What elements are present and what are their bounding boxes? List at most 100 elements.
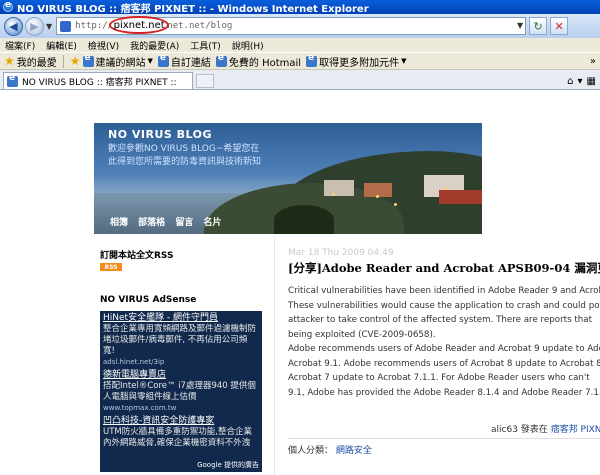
column-divider [274,236,275,475]
ad-item[interactable]: 凹凸科技-資訊安全防護專家 UTM防火牆具備多重防禦功能,整合企業 內外網路威脅… [100,414,262,450]
blog-title[interactable]: NO VIRUS BLOG [108,128,212,141]
ie-page-icon [306,53,318,67]
favorite-label: 自訂連結 [170,57,211,69]
tab-current[interactable]: NO VIRUS BLOG :: 痞客邦 PIXNET :: [3,72,193,89]
menu-help[interactable]: 說明(H) [232,39,264,52]
post-line: Critical vulnerabilities have been ident… [288,286,600,296]
adsense-box: HiNet安全艦隊 - 網件守門員 整合企業專用寬頻網路及郵件過濾機制防堵垃圾郵… [100,311,262,472]
ad-item[interactable]: 德新電腦專賣店 搭配Intel®Core™ i7處理器940 提供個人電腦與零組… [100,368,262,414]
blog-header-banner: NO VIRUS BLOG 歡迎參觀NO VIRUS BLOG~希望您在此得到您… [94,123,482,234]
favorite-label: 免費的 Hotmail [228,57,302,69]
site-link[interactable]: 痞客邦 PIXNET [551,425,600,435]
nav-album[interactable]: 相簿 [110,218,128,228]
menu-favorites[interactable]: 我的最愛(A) [130,39,179,52]
post-line: 9.1, Adobe has provided the Adobe Reader… [288,387,600,398]
favorite-custom-links[interactable]: 自訂連結 [157,53,211,69]
favorites-bar: ★ 我的最愛 ★ 建議的網站 ▼ 自訂連結 免費的 Hotmail 取得更多附加… [0,52,600,70]
post-category: 個人分類： 網路安全 [288,443,372,456]
favorite-label: 建議的網站 [95,57,146,69]
posted-in-text: 發表在 [520,425,548,435]
post-line: These vulnerabilities would cause the ap… [288,300,600,311]
nav-blog[interactable]: 部落格 [138,218,165,228]
banner-light [332,193,335,196]
post-line: being exploited (CVE-2009-0658). [288,329,436,340]
favorite-suggested-sites[interactable]: 建議的網站 ▼ [82,53,153,69]
home-icon[interactable]: ⌂ [567,76,573,87]
tab-bar: NO VIRUS BLOG :: 痞客邦 PIXNET :: ⌂ ▾ ▦ [0,70,600,90]
new-tab-button[interactable] [196,74,214,88]
menu-view[interactable]: 檢視(V) [88,39,119,52]
banner-palm [274,205,334,234]
menu-edit[interactable]: 編輯(E) [46,39,77,52]
recent-pages-dropdown-icon[interactable]: ▼ [46,22,52,31]
post-body: Critical vulnerabilities have been ident… [288,284,600,400]
ad-url: www.topmax.com.tw [103,404,177,412]
favorite-label: 取得更多附加元件 [319,57,400,69]
post-divider [288,438,600,439]
rss-badge[interactable]: RSS [100,263,122,271]
post-date: Mar 18 Thu 2009 04:49 [288,248,394,258]
home-dropdown-icon[interactable]: ▾ [578,76,583,87]
page-viewport: NO VIRUS BLOG 歡迎參觀NO VIRUS BLOG~希望您在此得到您… [0,90,600,475]
ad-text: 搭配Intel®Core™ i7處理器940 提供個人電腦與零組件線上估價 [103,381,256,402]
nav-profile[interactable]: 名片 [203,218,221,228]
post-author-line: alic63 發表在 痞客邦 PIXNET [491,422,600,435]
page-icon [60,20,72,32]
banner-light [444,187,447,190]
chevron-down-icon: ▼ [401,57,407,65]
favorites-star-icon: ★ [4,54,15,68]
title-bar: NO VIRUS BLOG :: 痞客邦 PIXNET :: - Windows… [0,0,600,15]
refresh-button[interactable]: ↻ [529,17,548,35]
ad-item[interactable]: HiNet安全艦隊 - 網件守門員 整合企業專用寬頻網路及郵件過濾機制防堵垃圾郵… [100,311,262,368]
highlighted-domain-annotation: pixnet.net [109,16,170,34]
navigation-bar: ◀ ▶ ▼ http://alic63.pixnet.net/blog pixn… [0,14,600,38]
feeds-icon[interactable]: ▦ [587,76,596,87]
post-line: attacker to take control of the affected… [288,315,593,325]
tab-label: NO VIRUS BLOG :: 痞客邦 PIXNET :: [22,77,177,88]
adsense-section-title: NO VIRUS AdSense [100,295,197,305]
ad-title[interactable]: 凹凸科技-資訊安全防護專家 [103,415,259,427]
banner-building [439,190,482,204]
ie-page-icon [215,53,227,67]
ad-url: adsl.hinet.net/3ip [103,358,165,366]
favorites-separator [62,54,64,68]
nav-guestbook[interactable]: 留言 [175,218,193,228]
rss-section-title: 訂閱本站全文RSS [100,251,174,261]
ie-page-icon [82,53,94,67]
window-title: NO VIRUS BLOG :: 痞客邦 PIXNET :: - Windows… [17,3,369,15]
ad-title[interactable]: HiNet安全艦隊 - 網件守門員 [103,312,259,324]
forward-button[interactable]: ▶ [25,16,44,36]
post-line: Acrobat 9.1. Adobe recommends users of A… [288,358,600,369]
favorite-addons[interactable]: 取得更多附加元件 ▼ [306,53,407,69]
ad-title[interactable]: 德新電腦專賣店 [103,369,259,381]
ie-logo-icon [3,0,13,12]
chevron-down-icon: ▼ [147,57,153,65]
post-line: Acrobat 7 update to Acrobat 7.1.1. For A… [288,373,590,383]
menu-tools[interactable]: 工具(T) [190,39,221,52]
favorites-button[interactable]: 我的最愛 [17,54,57,69]
address-dropdown-icon[interactable]: ▼ [517,21,523,30]
command-bar: ⌂ ▾ ▦ [563,76,596,87]
banner-light [376,195,379,198]
google-ads-label[interactable]: Google 提供的廣告 [197,460,259,470]
post-line: Adobe recommends users of Adobe Reader a… [288,344,600,354]
more-favorites-icon[interactable]: » [590,56,596,67]
banner-building [324,180,354,196]
ie-page-icon [7,73,18,87]
blog-nav: 相簿 部落格 留言 名片 [110,215,228,228]
post-author: alic63 [491,425,518,435]
menu-file[interactable]: 檔案(F) [5,39,35,52]
post-title[interactable]: [分享]Adobe Reader and Acrobat APSB09-04 漏… [288,260,600,276]
category-link[interactable]: 網路安全 [336,446,372,456]
banner-light [394,203,397,206]
back-button[interactable]: ◀ [4,16,23,36]
stop-button[interactable]: ✕ [550,17,569,35]
ad-text: UTM防火牆具備多重防禦功能,整合企業 內外網路威脅,確保企業機密資料不外洩 [103,427,252,448]
ad-text: 整合企業專用寬頻網路及郵件過濾機制防堵垃圾郵件/病毒郵件, 不再佔用公司頻寬! [103,324,257,356]
menu-bar: 檔案(F) 編輯(E) 檢視(V) 我的最愛(A) 工具(T) 說明(H) [0,38,600,52]
favorite-hotmail[interactable]: 免費的 Hotmail [215,53,302,69]
address-input[interactable]: http://alic63.pixnet.net/blog pixnet.net… [56,16,527,35]
ie-page-icon [157,53,169,67]
blog-description: 歡迎參觀NO VIRUS BLOG~希望您在此得到您所需要的防毒資訊與技術新知 [108,144,262,167]
add-favorite-icon[interactable]: ★ [70,54,81,68]
